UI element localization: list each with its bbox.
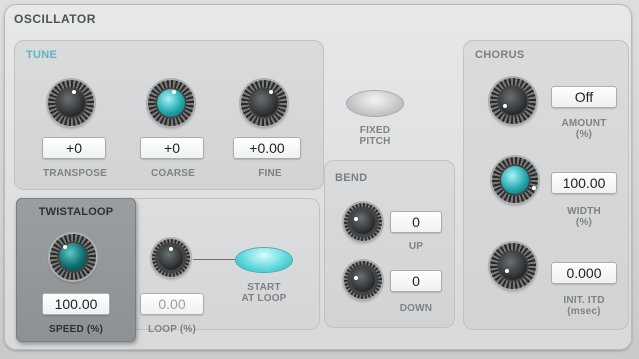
chorus-amount-label: AMOUNT xyxy=(561,118,607,129)
start-at-loop-button[interactable] xyxy=(236,248,292,272)
coarse-label: COARSE xyxy=(151,168,195,179)
start-at-loop-label-line2: AT LOOP xyxy=(241,293,287,304)
bend-up-field[interactable]: 0 xyxy=(390,211,442,233)
loop-connector-line xyxy=(193,259,237,260)
chorus-itd-field[interactable]: 0.000 xyxy=(551,262,617,284)
bend-down-label: DOWN xyxy=(399,303,433,314)
panel-title: OSCILLATOR xyxy=(14,12,96,26)
coarse-knob[interactable] xyxy=(148,80,194,126)
chorus-width-field[interactable]: 100.00 xyxy=(551,172,617,194)
fine-knob-indicator xyxy=(269,90,273,94)
fine-field[interactable]: +0.00 xyxy=(233,137,301,159)
fixed-pitch-button[interactable] xyxy=(347,91,403,116)
fixed-pitch-label-line1: FIXED xyxy=(359,125,391,136)
chorus-amount-unit: (%) xyxy=(575,129,593,140)
speed-knob[interactable] xyxy=(50,234,96,280)
chorus-amount-knob-indicator xyxy=(503,104,507,108)
loop-knob-indicator xyxy=(169,247,173,251)
transpose-knob[interactable] xyxy=(48,80,94,126)
chorus-itd-unit: (msec) xyxy=(567,306,601,317)
speed-field[interactable]: 100.00 xyxy=(42,293,110,315)
bend-down-field[interactable]: 0 xyxy=(390,270,442,292)
coarse-field[interactable]: +0 xyxy=(140,137,204,159)
oscillator-window: OSCILLATOR TUNE +0 TRANSPOSE +0 COARSE +… xyxy=(0,0,639,359)
chorus-itd-label: INIT. ITD xyxy=(563,295,605,306)
chorus-width-knob-indicator xyxy=(532,186,536,190)
coarse-knob-indicator xyxy=(172,90,176,94)
bend-down-knob-indicator xyxy=(354,276,358,280)
speed-knob-indicator xyxy=(63,245,67,249)
bend-up-knob-indicator xyxy=(354,217,358,221)
bend-down-knob[interactable] xyxy=(344,261,382,299)
chorus-width-label: WIDTH xyxy=(567,206,601,217)
chorus-width-unit: (%) xyxy=(575,217,593,228)
bend-label: BEND xyxy=(335,172,368,184)
transpose-field[interactable]: +0 xyxy=(42,137,106,159)
chorus-amount-field[interactable]: Off xyxy=(551,86,617,108)
chorus-itd-knob[interactable] xyxy=(490,243,536,289)
loop-label: LOOP (%) xyxy=(147,324,197,335)
start-at-loop-label-line1: START xyxy=(247,282,281,293)
chorus-label: CHORUS xyxy=(475,49,525,61)
twistaloop-label: TWISTALOOP xyxy=(38,206,114,218)
tune-label: TUNE xyxy=(26,49,58,61)
fixed-pitch-label-line2: PITCH xyxy=(359,136,391,147)
fine-label: FINE xyxy=(258,168,282,179)
transpose-label: TRANSPOSE xyxy=(42,168,108,179)
bend-up-knob[interactable] xyxy=(344,203,382,241)
speed-label: SPEED (%) xyxy=(48,324,104,335)
loop-field[interactable]: 0.00 xyxy=(140,293,204,315)
bend-up-label: UP xyxy=(408,241,424,252)
transpose-knob-indicator xyxy=(72,90,76,94)
chorus-width-knob[interactable] xyxy=(492,157,538,203)
loop-knob[interactable] xyxy=(152,239,190,277)
fine-knob[interactable] xyxy=(241,80,287,126)
chorus-itd-knob-indicator xyxy=(505,269,509,273)
chorus-amount-knob[interactable] xyxy=(490,78,536,124)
